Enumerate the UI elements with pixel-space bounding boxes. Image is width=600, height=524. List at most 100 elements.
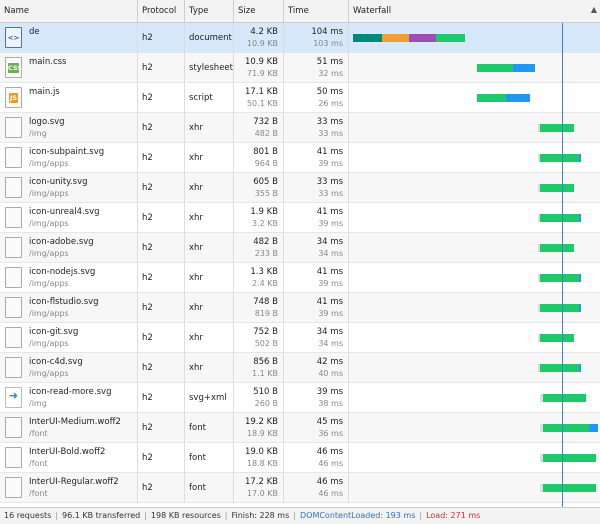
table-row[interactable]: icon-adobe.svg/img/apps h2 xhr 482 B 233 B 34… (0, 233, 600, 263)
file-icon (5, 357, 22, 378)
type-cell: xhr (185, 233, 234, 263)
name-cell[interactable]: <> de (0, 23, 138, 53)
table-row[interactable]: ➜ icon-read-more.svg/img h2 svg+xml 510 B 260… (0, 383, 600, 413)
type-cell: xhr (185, 263, 234, 293)
type-cell: font (185, 443, 234, 473)
request-path: /img (29, 399, 47, 408)
protocol-value: h2 (142, 333, 153, 343)
css-file-icon: CSS (5, 57, 22, 78)
sort-ascending-icon[interactable]: ▲ (591, 4, 597, 16)
request-path: /img/apps (29, 279, 69, 288)
size-cell: 605 B 355 B (234, 173, 284, 203)
type-value: stylesheet (189, 63, 233, 73)
type-cell: script (185, 83, 234, 113)
latency-value: 46 ms (318, 489, 343, 498)
column-header-type[interactable]: Type (185, 0, 234, 23)
waterfall-bar-download (578, 364, 582, 372)
name-cell[interactable]: CSS main.css (0, 53, 138, 83)
name-cell[interactable]: InterUI-Bold.woff2/font (0, 443, 138, 473)
table-row[interactable]: icon-unreal4.svg/img/apps h2 xhr 1.9 KB 3.2 … (0, 203, 600, 233)
type-value: font (189, 423, 206, 433)
protocol-value: h2 (142, 453, 153, 463)
name-cell[interactable]: InterUI-Medium.woff2/font (0, 413, 138, 443)
table-row[interactable]: <> de h2 document 4.2 KB 10.9 KB 104 ms 103 ms (0, 23, 600, 53)
request-name: de (29, 27, 40, 37)
column-header-protocol[interactable]: Protocol (138, 0, 185, 23)
latency-value: 39 ms (318, 159, 343, 168)
name-cell[interactable]: icon-unreal4.svg/img/apps (0, 203, 138, 233)
name-cell[interactable]: ➜ icon-read-more.svg/img (0, 383, 138, 413)
latency-value: 34 ms (318, 249, 343, 258)
size-cell: 748 B 819 B (234, 293, 284, 323)
js-file-icon: JS (5, 87, 22, 108)
name-cell[interactable]: icon-git.svg/img/apps (0, 323, 138, 353)
type-value: svg+xml (189, 393, 227, 403)
name-cell[interactable]: icon-c4d.svg/img/apps (0, 353, 138, 383)
protocol-value: h2 (142, 273, 153, 283)
file-icon (5, 177, 22, 198)
type-cell: xhr (185, 323, 234, 353)
time-cell: 33 ms 33 ms (284, 173, 349, 203)
time-cell: 45 ms 36 ms (284, 413, 349, 443)
total-time-value: 41 ms (316, 297, 343, 307)
table-row[interactable]: InterUI-Medium.woff2/font h2 font 19.2 KB 18… (0, 413, 600, 443)
request-name: logo.svg (29, 117, 65, 127)
table-row[interactable]: icon-flstudio.svg/img/apps h2 xhr 748 B 819 … (0, 293, 600, 323)
file-icon (5, 297, 22, 318)
name-cell[interactable]: icon-unity.svg/img/apps (0, 173, 138, 203)
time-cell: 46 ms 46 ms (284, 473, 349, 503)
latency-value: 26 ms (318, 99, 343, 108)
name-cell[interactable]: JS main.js (0, 83, 138, 113)
request-name: icon-git.svg (29, 327, 79, 337)
name-cell[interactable]: icon-nodejs.svg/img/apps (0, 263, 138, 293)
table-row[interactable]: icon-subpaint.svg/img/apps h2 xhr 801 B 964 … (0, 143, 600, 173)
protocol-value: h2 (142, 303, 153, 313)
resource-size-value: 260 B (254, 399, 278, 408)
resource-size-value: 71.9 KB (246, 69, 278, 78)
waterfall-bar-download (513, 64, 536, 72)
table-row[interactable]: icon-unity.svg/img/apps h2 xhr 605 B 355 B 33… (0, 173, 600, 203)
name-cell[interactable]: InterUI-Regular.woff2/font (0, 473, 138, 503)
request-name: icon-unity.svg (29, 177, 88, 187)
time-cell: 42 ms 40 ms (284, 353, 349, 383)
name-cell[interactable]: icon-adobe.svg/img/apps (0, 233, 138, 263)
table-row[interactable]: InterUI-Regular.woff2/font h2 font 17.2 KB 1… (0, 473, 600, 503)
type-value: document (189, 33, 232, 43)
size-cell: 752 B 502 B (234, 323, 284, 353)
waterfall-bar-download (506, 94, 531, 102)
type-value: xhr (189, 303, 203, 313)
table-row[interactable]: CSS main.css h2 stylesheet 10.9 KB 71.9 KB 51 … (0, 53, 600, 83)
protocol-value: h2 (142, 393, 153, 403)
size-cell: 4.2 KB 10.9 KB (234, 23, 284, 53)
column-header-name[interactable]: Name (0, 0, 138, 23)
latency-value: 33 ms (318, 129, 343, 138)
file-icon (5, 477, 22, 498)
size-cell: 17.2 KB 17.0 KB (234, 473, 284, 503)
waterfall-bar-waiting (476, 64, 514, 72)
time-cell: 34 ms 34 ms (284, 233, 349, 263)
table-row[interactable]: icon-git.svg/img/apps h2 xhr 752 B 502 B 34 m… (0, 323, 600, 353)
transferred-size-value: 10.9 KB (244, 57, 278, 67)
total-time-value: 41 ms (316, 267, 343, 277)
name-cell[interactable]: icon-flstudio.svg/img/apps (0, 293, 138, 323)
total-time-value: 51 ms (316, 57, 343, 67)
column-header-waterfall[interactable]: Waterfall (349, 0, 600, 23)
table-row[interactable]: icon-nodejs.svg/img/apps h2 xhr 1.3 KB 2.4 K… (0, 263, 600, 293)
protocol-value: h2 (142, 33, 153, 43)
table-row[interactable]: logo.svg/img h2 xhr 732 B 482 B 33 ms 33 ms (0, 113, 600, 143)
column-header-time[interactable]: Time (284, 0, 349, 23)
protocol-cell: h2 (138, 473, 185, 503)
time-cell: 33 ms 33 ms (284, 113, 349, 143)
table-row[interactable]: JS main.js h2 script 17.1 KB 50.1 KB 50 ms 26 m… (0, 83, 600, 113)
table-row[interactable]: icon-c4d.svg/img/apps h2 xhr 856 B 1.1 KB 42 … (0, 353, 600, 383)
waterfall-bar-waiting (542, 454, 596, 462)
table-row[interactable]: InterUI-Bold.woff2/font h2 font 19.0 KB 18.8… (0, 443, 600, 473)
transferred-size-value: 801 B (253, 147, 278, 157)
time-cell: 104 ms 103 ms (284, 23, 349, 53)
column-header-size[interactable]: Size (234, 0, 284, 23)
time-cell: 51 ms 32 ms (284, 53, 349, 83)
name-cell[interactable]: logo.svg/img (0, 113, 138, 143)
type-cell: document (185, 23, 234, 53)
type-cell: svg+xml (185, 383, 234, 413)
name-cell[interactable]: icon-subpaint.svg/img/apps (0, 143, 138, 173)
